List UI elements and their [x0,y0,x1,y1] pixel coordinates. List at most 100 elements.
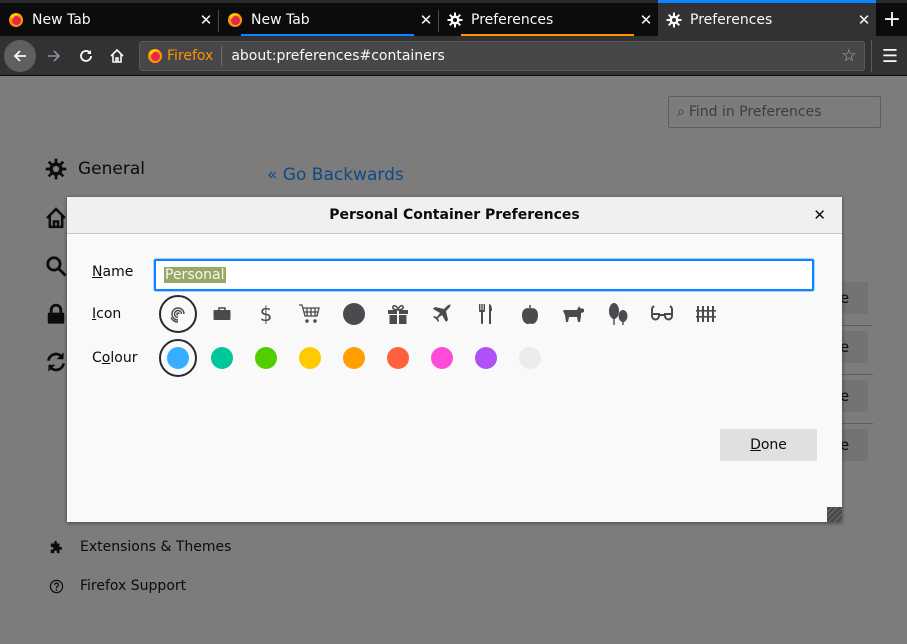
link-label: Extensions & Themes [80,539,232,555]
category-general[interactable]: General [44,157,145,181]
name-input-value[interactable]: Personal [164,267,226,283]
icon-option-fruit[interactable] [511,295,549,333]
icon-option-tree[interactable] [599,295,637,333]
container-preferences-dialog: Personal Container Preferences ✕ Name Pe… [67,197,842,522]
category-label: General [78,159,145,179]
puzzle-icon [48,539,64,555]
tab-new-tab-2[interactable]: New Tab ✕ [219,3,438,36]
back-button[interactable] [4,40,36,72]
colour-option-purple[interactable] [467,339,505,377]
tab-new-tab-1[interactable]: New Tab ✕ [0,3,218,36]
bookmark-star-icon[interactable]: ☆ [834,46,864,66]
briefcase-icon [213,307,231,320]
close-tab-icon[interactable]: ✕ [194,11,218,29]
toolbar-separator [871,40,872,72]
extensions-themes-link[interactable]: Extensions & Themes [48,539,231,555]
identity-box[interactable]: Firefox [140,46,223,66]
go-backwards-link[interactable]: « Go Backwards [267,165,404,185]
category-privacy[interactable] [44,302,68,326]
category-search[interactable] [44,254,68,278]
category-sync[interactable] [44,350,68,374]
label-text: C [92,350,102,366]
tab-preferences-1[interactable]: Preferences ✕ [439,3,658,36]
home-button[interactable] [103,42,131,70]
close-tab-icon[interactable]: ✕ [634,11,658,29]
firefox-support-link[interactable]: Firefox Support [48,578,186,594]
hamburger-menu-icon[interactable]: ☰ [876,42,904,70]
label-text: con [96,306,122,322]
colour-option-turquoise[interactable] [203,339,241,377]
food-icon [479,304,492,324]
firefox-icon [227,12,243,28]
tab-preferences-2-active[interactable]: Preferences ✕ [658,0,876,36]
colour-option-red[interactable] [379,339,417,377]
navigation-toolbar: Firefox about:preferences#containers ☆ ☰ [0,36,907,76]
colour-option-orange[interactable] [335,339,373,377]
dialog-header: Personal Container Preferences ✕ [67,197,842,234]
colour-swatch [167,347,189,369]
active-tab-indicator [658,0,876,3]
icon-option-vacation[interactable] [423,295,461,333]
find-in-preferences-input[interactable]: ⌕ Find in Preferences [668,96,881,128]
colour-option-green[interactable] [247,339,285,377]
category-home[interactable] [44,206,68,230]
icon-option-gift[interactable] [379,295,417,333]
gear-icon [666,12,682,28]
search-icon [44,254,68,278]
icon-option-pet[interactable] [555,295,593,333]
fingerprint-icon [170,307,185,323]
name-label: Name [92,264,133,280]
help-icon [48,578,64,594]
tab-title: Preferences [690,11,773,28]
colour-swatch [255,347,277,369]
icon-option-briefcase[interactable] [203,295,241,333]
colour-option-pink[interactable] [423,339,461,377]
colour-options [159,339,555,377]
colour-swatch [431,347,453,369]
resize-grip[interactable] [827,507,842,522]
fence-icon [696,306,716,322]
icon-option-food[interactable] [467,295,505,333]
colour-swatch [387,347,409,369]
colour-option-toolbar[interactable] [511,339,549,377]
gear-icon [447,12,463,28]
container-name-input[interactable]: Personal [154,259,814,291]
dog-icon [563,306,584,322]
accesskey: D [750,437,761,453]
search-icon: ⌕ [677,104,685,120]
icon-option-fingerprint[interactable] [159,295,197,333]
home-icon [110,48,124,63]
url-text[interactable]: about:preferences#containers [231,48,834,64]
icon-option-fence[interactable] [687,295,725,333]
identity-label: Firefox [167,48,214,64]
firefox-icon [8,12,24,28]
sync-icon [44,350,68,374]
icon-option-chill[interactable] [643,295,681,333]
colour-swatch [475,347,497,369]
icon-option-dollar[interactable]: $ [247,295,285,333]
done-button[interactable]: Done [720,429,817,461]
colour-option-blue[interactable] [159,339,197,377]
new-tab-button[interactable]: + [877,3,907,36]
dollar-icon: $ [259,302,273,326]
link-label: Firefox Support [80,578,187,594]
url-bar[interactable]: Firefox about:preferences#containers ☆ [139,41,865,71]
close-tab-icon[interactable]: ✕ [414,11,438,29]
button-label: one [760,437,787,453]
colour-option-yellow[interactable] [291,339,329,377]
label-text: lour [110,350,138,366]
forward-button[interactable] [40,42,68,70]
reload-button[interactable] [72,42,100,70]
icon-option-circle[interactable] [335,295,373,333]
apple-icon [522,305,538,324]
circle-icon [343,303,365,325]
label-text: ame [102,264,134,280]
lock-icon [44,302,68,326]
tab-title: Preferences [471,11,554,28]
colour-swatch [519,347,541,369]
close-icon[interactable]: ✕ [813,206,826,224]
icon-option-cart[interactable] [291,295,329,333]
colour-swatch [299,347,321,369]
close-tab-icon[interactable]: ✕ [852,11,876,29]
tree-icon [609,303,628,325]
